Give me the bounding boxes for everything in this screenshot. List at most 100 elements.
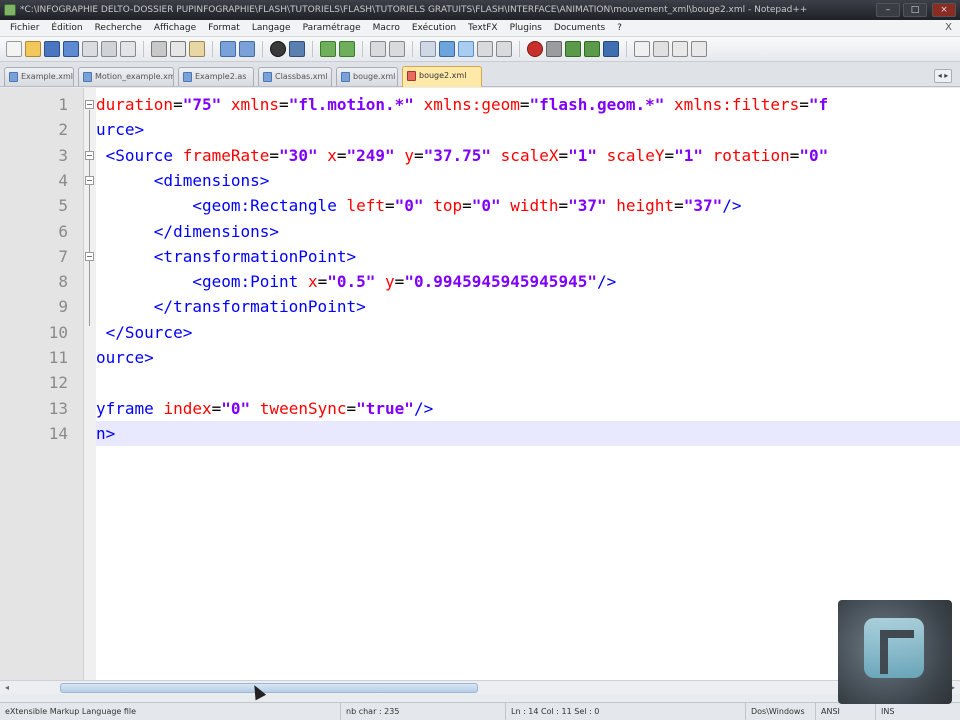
code-token-tag: </dimensions> — [96, 221, 280, 241]
indent-guide-icon[interactable] — [458, 41, 474, 57]
code-line[interactable]: <dimensions> — [96, 168, 960, 193]
run-macro-multiple-icon[interactable] — [584, 41, 600, 57]
menu-item[interactable]: Recherche — [89, 20, 148, 37]
horizontal-scrollbar[interactable]: ◂ ▸ — [0, 680, 960, 694]
code-line[interactable]: duration="75" xmlns="fl.motion.*" xmlns:… — [96, 92, 960, 117]
code-token-val: "37" — [568, 196, 607, 216]
print-icon[interactable] — [120, 41, 136, 57]
toolbar-separator — [212, 41, 213, 57]
tool-c-icon[interactable] — [672, 41, 688, 57]
fold-guide-line — [89, 110, 90, 326]
code-token-attr: rotation — [712, 145, 790, 165]
cut-icon[interactable] — [151, 41, 167, 57]
menu-item[interactable]: ? — [611, 20, 628, 37]
code-token-attr: duration — [96, 95, 174, 114]
code-line[interactable]: </dimensions> — [96, 219, 960, 244]
zoom-in-icon[interactable] — [320, 41, 336, 57]
code-token-tag: urce> — [96, 120, 145, 140]
menu-item[interactable]: Fichier — [4, 20, 45, 37]
code-line[interactable]: urce> — [96, 117, 960, 142]
menu-item[interactable]: Macro — [367, 20, 406, 37]
replace-icon[interactable] — [289, 41, 305, 57]
status-bar: eXtensible Markup Language file nb char … — [0, 702, 960, 720]
minimize-button[interactable]: – — [876, 3, 900, 17]
new-file-icon[interactable] — [6, 41, 22, 57]
scroll-left-icon[interactable]: ◂ — [2, 683, 12, 693]
title-bar: *C:\INFOGRAPHIE DELTO-DOSSIER PUPINFOGRA… — [0, 0, 960, 20]
paste-icon[interactable] — [189, 41, 205, 57]
tab-file[interactable]: bouge.xml — [336, 67, 398, 86]
menu-item[interactable]: Affichage — [148, 20, 202, 37]
undo-icon[interactable] — [220, 41, 236, 57]
menu-item[interactable]: Paramétrage — [297, 20, 367, 37]
save-icon[interactable] — [44, 41, 60, 57]
stop-recording-icon[interactable] — [546, 41, 562, 57]
zoom-out-icon[interactable] — [339, 41, 355, 57]
code-token-val: "37.75" — [423, 145, 492, 165]
save-all-icon[interactable] — [63, 41, 79, 57]
code-token-tag: <transformationPoint> — [96, 246, 357, 266]
menu-item[interactable]: Langage — [246, 20, 297, 37]
code-line[interactable]: <transformationPoint> — [96, 244, 960, 269]
status-position: Ln : 14 Col : 11 Sel : 0 — [505, 703, 745, 720]
tab-file[interactable]: Motion_example.xml — [78, 67, 174, 86]
code-line[interactable]: n> — [96, 420, 960, 446]
sync-horizontal-icon[interactable] — [389, 41, 405, 57]
file-icon — [407, 71, 416, 81]
menu-item[interactable]: Format — [202, 20, 246, 37]
logo-letter-icon — [864, 618, 924, 678]
close-all-icon[interactable] — [101, 41, 117, 57]
code-line[interactable]: ource> — [96, 345, 960, 370]
tool-d-icon[interactable] — [691, 41, 707, 57]
tool-b-icon[interactable] — [653, 41, 669, 57]
save-macro-icon[interactable] — [603, 41, 619, 57]
tab-active[interactable]: bouge2.xml — [402, 66, 482, 87]
close-document-button[interactable]: X — [945, 22, 952, 33]
code-line[interactable]: </transformationPoint> — [96, 294, 960, 319]
code-token-tag: <Source — [96, 145, 174, 165]
record-macro-icon[interactable] — [527, 41, 543, 57]
menu-item[interactable]: Exécution — [406, 20, 462, 37]
playback-icon[interactable] — [565, 41, 581, 57]
fold-toggle-icon[interactable] — [85, 150, 94, 160]
code-token-val: "37" — [683, 196, 723, 216]
maximize-button[interactable]: □ — [903, 3, 927, 17]
toolbar-separator — [262, 41, 263, 57]
user-language-icon[interactable] — [477, 41, 493, 57]
doc-map-icon[interactable] — [496, 41, 512, 57]
sync-vertical-icon[interactable] — [370, 41, 386, 57]
file-icon — [183, 72, 192, 82]
code-token-eq — [491, 146, 501, 165]
fold-toggle-icon[interactable] — [85, 251, 94, 261]
status-encoding: ANSI — [815, 703, 875, 720]
code-line[interactable]: <geom:Rectangle left="0" top="0" width="… — [96, 193, 960, 218]
fold-toggle-icon[interactable] — [85, 100, 94, 109]
word-wrap-icon[interactable] — [420, 41, 436, 57]
close-button[interactable]: × — [932, 3, 956, 17]
open-folder-icon[interactable] — [25, 41, 41, 57]
close-file-icon[interactable] — [82, 41, 98, 57]
code-line[interactable]: <Source frameRate="30" x="249" y="37.75"… — [96, 143, 960, 168]
menu-item[interactable]: TextFX — [462, 20, 504, 37]
code-token-eq — [154, 399, 164, 418]
code-token-tag: /> — [722, 196, 742, 216]
code-line[interactable]: <geom:Point x="0.5" y="0.994594594594594… — [96, 269, 960, 294]
code-line[interactable]: </Source> — [96, 320, 960, 345]
tab-file[interactable]: Classbas.xml — [258, 67, 332, 86]
redo-icon[interactable] — [239, 41, 255, 57]
fold-toggle-icon[interactable] — [85, 175, 94, 185]
show-all-chars-icon[interactable] — [439, 41, 455, 57]
menu-item[interactable]: Documents — [548, 20, 611, 37]
scrollbar-thumb[interactable] — [60, 683, 478, 693]
code-line[interactable]: yframe index="0" tweenSync="true"/> — [96, 396, 960, 421]
copy-icon[interactable] — [170, 41, 186, 57]
tab-file[interactable]: Example2.as — [178, 67, 254, 86]
code-line[interactable] — [96, 370, 960, 395]
menu-item[interactable]: Plugins — [504, 20, 548, 37]
code-editor[interactable]: 1 duration="75" xmlns="fl.motion.*" xmlns… — [0, 88, 960, 680]
find-icon[interactable] — [270, 41, 286, 57]
menu-item[interactable]: Édition — [45, 20, 88, 37]
tab-scroll-arrows[interactable]: ◂ ▸ — [934, 69, 952, 83]
tool-a-icon[interactable] — [634, 41, 650, 57]
tab-file[interactable]: Example.xml — [4, 67, 74, 86]
